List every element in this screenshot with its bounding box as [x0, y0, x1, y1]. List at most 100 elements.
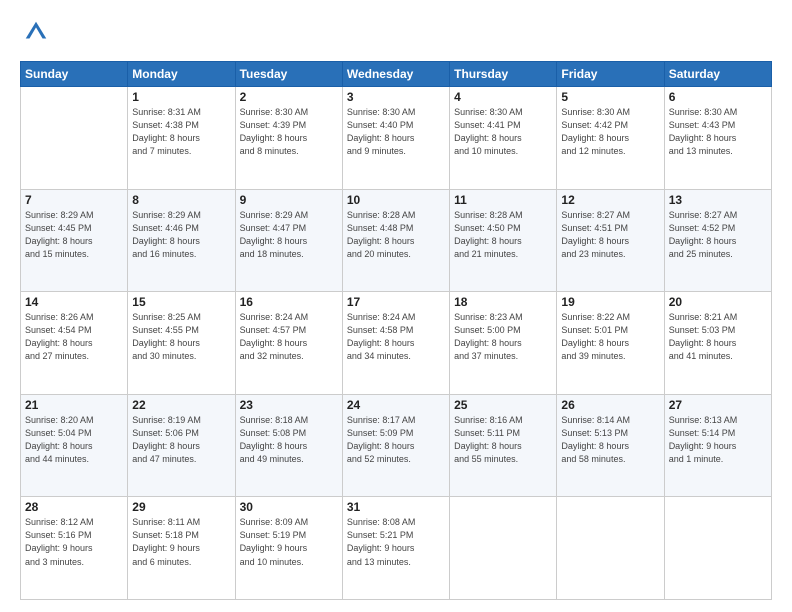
day-info: Sunrise: 8:23 AM Sunset: 5:00 PM Dayligh…	[454, 311, 552, 363]
weekday-header: Sunday	[21, 62, 128, 87]
day-number: 28	[25, 500, 123, 514]
calendar-cell: 3 Sunrise: 8:30 AM Sunset: 4:40 PM Daylig…	[342, 87, 449, 190]
weekday-header: Thursday	[450, 62, 557, 87]
calendar-cell: 26Sunrise: 8:14 AM Sunset: 5:13 PM Dayli…	[557, 394, 664, 497]
calendar-cell: 17 Sunrise: 8:24 AM Sunset: 4:58 PM Dayli…	[342, 292, 449, 395]
day-number: 20	[669, 295, 767, 309]
calendar-cell	[450, 497, 557, 600]
calendar-cell	[664, 497, 771, 600]
day-info: Sunrise: 8:28 AM Sunset: 4:48 PM Dayligh…	[347, 209, 445, 261]
day-number: 23	[240, 398, 338, 412]
day-info: Sunrise: 8:09 AM Sunset: 5:19 PM Dayligh…	[240, 516, 338, 568]
weekday-header: Wednesday	[342, 62, 449, 87]
calendar-cell: 8Sunrise: 8:29 AM Sunset: 4:46 PM Daylig…	[128, 189, 235, 292]
day-number: 7	[25, 193, 123, 207]
day-number: 2	[240, 90, 338, 104]
day-number: 3	[347, 90, 445, 104]
weekday-header: Tuesday	[235, 62, 342, 87]
day-number: 10	[347, 193, 445, 207]
day-info: Sunrise: 8:29 AM Sunset: 4:46 PM Dayligh…	[132, 209, 230, 261]
day-info: Sunrise: 8:19 AM Sunset: 5:06 PM Dayligh…	[132, 414, 230, 466]
calendar-week-row: 21 Sunrise: 8:20 AM Sunset: 5:04 PM Dayli…	[21, 394, 772, 497]
calendar-cell: 27 Sunrise: 8:13 AM Sunset: 5:14 PM Dayli…	[664, 394, 771, 497]
calendar-cell: 15 Sunrise: 8:25 AM Sunset: 4:55 PM Dayli…	[128, 292, 235, 395]
day-info: Sunrise: 8:16 AM Sunset: 5:11 PM Dayligh…	[454, 414, 552, 466]
day-number: 4	[454, 90, 552, 104]
calendar-week-row: 28 Sunrise: 8:12 AM Sunset: 5:16 PM Dayli…	[21, 497, 772, 600]
calendar-week-row: 7 Sunrise: 8:29 AM Sunset: 4:45 PM Daylig…	[21, 189, 772, 292]
calendar-cell: 4 Sunrise: 8:30 AM Sunset: 4:41 PM Daylig…	[450, 87, 557, 190]
calendar-cell	[557, 497, 664, 600]
day-number: 5	[561, 90, 659, 104]
calendar-cell: 7 Sunrise: 8:29 AM Sunset: 4:45 PM Daylig…	[21, 189, 128, 292]
day-info: Sunrise: 8:30 AM Sunset: 4:41 PM Dayligh…	[454, 106, 552, 158]
calendar-cell: 9 Sunrise: 8:29 AM Sunset: 4:47 PM Daylig…	[235, 189, 342, 292]
calendar-cell: 13Sunrise: 8:27 AM Sunset: 4:52 PM Dayli…	[664, 189, 771, 292]
day-info: Sunrise: 8:22 AM Sunset: 5:01 PM Dayligh…	[561, 311, 659, 363]
day-info: Sunrise: 8:29 AM Sunset: 4:47 PM Dayligh…	[240, 209, 338, 261]
calendar-cell: 28 Sunrise: 8:12 AM Sunset: 5:16 PM Dayli…	[21, 497, 128, 600]
calendar-week-row: 1 Sunrise: 8:31 AM Sunset: 4:38 PM Daylig…	[21, 87, 772, 190]
calendar-cell: 6Sunrise: 8:30 AM Sunset: 4:43 PM Daylig…	[664, 87, 771, 190]
day-info: Sunrise: 8:21 AM Sunset: 5:03 PM Dayligh…	[669, 311, 767, 363]
day-info: Sunrise: 8:25 AM Sunset: 4:55 PM Dayligh…	[132, 311, 230, 363]
calendar-cell: 2 Sunrise: 8:30 AM Sunset: 4:39 PM Daylig…	[235, 87, 342, 190]
calendar-cell	[21, 87, 128, 190]
day-number: 13	[669, 193, 767, 207]
day-number: 29	[132, 500, 230, 514]
day-info: Sunrise: 8:13 AM Sunset: 5:14 PM Dayligh…	[669, 414, 767, 466]
day-number: 30	[240, 500, 338, 514]
logo-icon	[22, 18, 50, 46]
day-info: Sunrise: 8:24 AM Sunset: 4:58 PM Dayligh…	[347, 311, 445, 363]
calendar-cell: 24Sunrise: 8:17 AM Sunset: 5:09 PM Dayli…	[342, 394, 449, 497]
day-number: 18	[454, 295, 552, 309]
day-number: 1	[132, 90, 230, 104]
day-info: Sunrise: 8:30 AM Sunset: 4:42 PM Dayligh…	[561, 106, 659, 158]
calendar-cell: 21 Sunrise: 8:20 AM Sunset: 5:04 PM Dayli…	[21, 394, 128, 497]
day-info: Sunrise: 8:14 AM Sunset: 5:13 PM Dayligh…	[561, 414, 659, 466]
calendar-cell: 12 Sunrise: 8:27 AM Sunset: 4:51 PM Dayli…	[557, 189, 664, 292]
day-number: 6	[669, 90, 767, 104]
calendar-cell: 11Sunrise: 8:28 AM Sunset: 4:50 PM Dayli…	[450, 189, 557, 292]
weekday-header: Saturday	[664, 62, 771, 87]
day-number: 16	[240, 295, 338, 309]
day-number: 27	[669, 398, 767, 412]
calendar-cell: 25 Sunrise: 8:16 AM Sunset: 5:11 PM Dayli…	[450, 394, 557, 497]
day-info: Sunrise: 8:12 AM Sunset: 5:16 PM Dayligh…	[25, 516, 123, 568]
day-info: Sunrise: 8:27 AM Sunset: 4:51 PM Dayligh…	[561, 209, 659, 261]
calendar-header-row: SundayMondayTuesdayWednesdayThursdayFrid…	[21, 62, 772, 87]
page-header	[20, 18, 772, 51]
day-info: Sunrise: 8:29 AM Sunset: 4:45 PM Dayligh…	[25, 209, 123, 261]
calendar-cell: 10 Sunrise: 8:28 AM Sunset: 4:48 PM Dayli…	[342, 189, 449, 292]
day-number: 21	[25, 398, 123, 412]
day-number: 25	[454, 398, 552, 412]
day-info: Sunrise: 8:18 AM Sunset: 5:08 PM Dayligh…	[240, 414, 338, 466]
calendar-cell: 31 Sunrise: 8:08 AM Sunset: 5:21 PM Dayli…	[342, 497, 449, 600]
calendar-cell: 23 Sunrise: 8:18 AM Sunset: 5:08 PM Dayli…	[235, 394, 342, 497]
calendar-cell: 20 Sunrise: 8:21 AM Sunset: 5:03 PM Dayli…	[664, 292, 771, 395]
day-info: Sunrise: 8:31 AM Sunset: 4:38 PM Dayligh…	[132, 106, 230, 158]
day-info: Sunrise: 8:30 AM Sunset: 4:39 PM Dayligh…	[240, 106, 338, 158]
day-info: Sunrise: 8:30 AM Sunset: 4:40 PM Dayligh…	[347, 106, 445, 158]
day-number: 15	[132, 295, 230, 309]
calendar-cell: 29Sunrise: 8:11 AM Sunset: 5:18 PM Dayli…	[128, 497, 235, 600]
calendar-cell: 19 Sunrise: 8:22 AM Sunset: 5:01 PM Dayli…	[557, 292, 664, 395]
day-info: Sunrise: 8:26 AM Sunset: 4:54 PM Dayligh…	[25, 311, 123, 363]
day-number: 19	[561, 295, 659, 309]
calendar-cell: 1 Sunrise: 8:31 AM Sunset: 4:38 PM Daylig…	[128, 87, 235, 190]
day-info: Sunrise: 8:08 AM Sunset: 5:21 PM Dayligh…	[347, 516, 445, 568]
calendar-table: SundayMondayTuesdayWednesdayThursdayFrid…	[20, 61, 772, 600]
calendar-cell: 18 Sunrise: 8:23 AM Sunset: 5:00 PM Dayli…	[450, 292, 557, 395]
day-number: 31	[347, 500, 445, 514]
day-info: Sunrise: 8:24 AM Sunset: 4:57 PM Dayligh…	[240, 311, 338, 363]
day-number: 12	[561, 193, 659, 207]
day-number: 11	[454, 193, 552, 207]
logo	[20, 18, 50, 51]
calendar-cell: 22Sunrise: 8:19 AM Sunset: 5:06 PM Dayli…	[128, 394, 235, 497]
calendar-cell: 16 Sunrise: 8:24 AM Sunset: 4:57 PM Dayli…	[235, 292, 342, 395]
day-info: Sunrise: 8:20 AM Sunset: 5:04 PM Dayligh…	[25, 414, 123, 466]
day-number: 17	[347, 295, 445, 309]
day-number: 9	[240, 193, 338, 207]
calendar-cell: 14Sunrise: 8:26 AM Sunset: 4:54 PM Dayli…	[21, 292, 128, 395]
calendar-cell: 5 Sunrise: 8:30 AM Sunset: 4:42 PM Daylig…	[557, 87, 664, 190]
